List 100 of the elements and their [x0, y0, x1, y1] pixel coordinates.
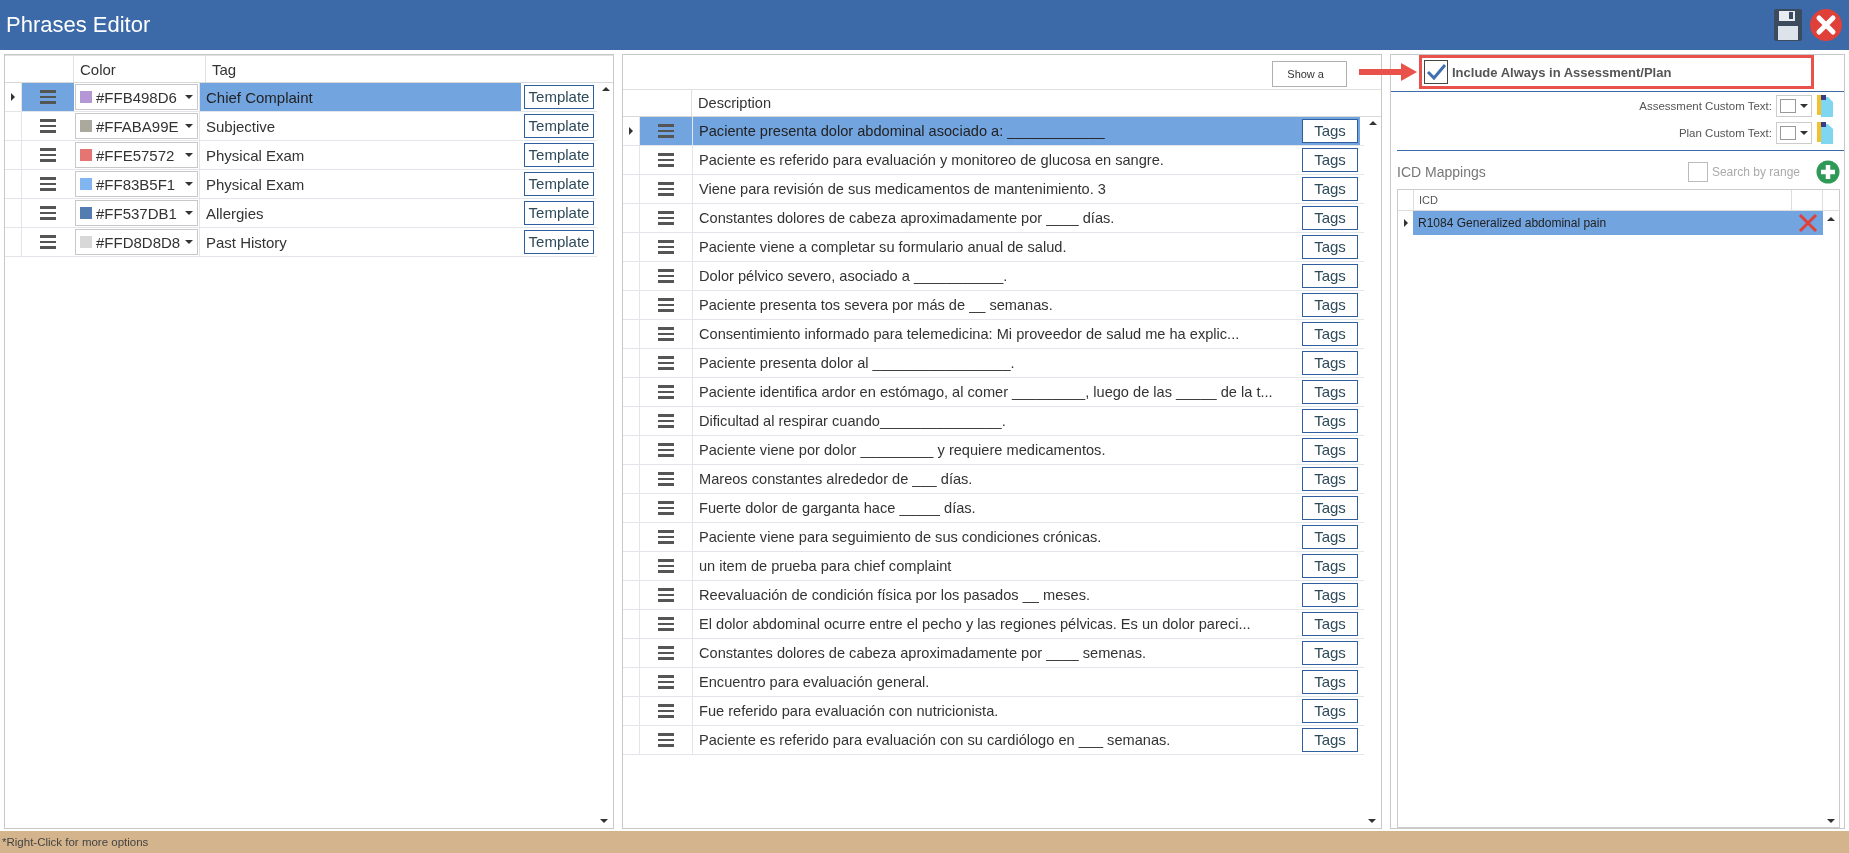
save-icon[interactable] — [1773, 8, 1803, 42]
drag-handle-icon[interactable] — [658, 269, 674, 283]
drag-handle-icon[interactable] — [658, 414, 674, 428]
section-title: ICD Mappings — [1397, 164, 1487, 180]
tags-button[interactable]: Tags — [1302, 293, 1358, 317]
tags-button[interactable]: Tags — [1302, 699, 1358, 723]
status-text: *Right-Click for more options — [2, 836, 149, 848]
row-indicator-icon — [629, 127, 633, 135]
tags-button[interactable]: Tags — [1302, 206, 1358, 230]
drag-handle-icon[interactable] — [658, 559, 674, 573]
scroll-up-icon[interactable] — [1827, 217, 1835, 221]
drag-handle-icon[interactable] — [658, 501, 674, 515]
drag-handle-icon[interactable] — [658, 588, 674, 602]
table-cell: Consentimiento informado para telemedicina: Mi proveedor de salud me ha explic... — [692, 320, 1300, 348]
table-cell: Paciente identifica ardor en estómago, al comer _________, luego de las _____ de la t... — [692, 378, 1300, 406]
table-cell: Dolor pélvico severo, asociado a ___________. — [692, 262, 1300, 290]
caret-icon — [185, 124, 193, 128]
drag-handle-icon[interactable] — [658, 617, 674, 631]
document-icon[interactable] — [1816, 93, 1834, 118]
tags-button[interactable]: Tags — [1302, 641, 1358, 665]
drag-handle-icon[interactable] — [40, 177, 56, 191]
color-dropdown[interactable]: #FFB498D6 — [75, 84, 198, 110]
color-dropdown[interactable]: #FFE57572 — [75, 142, 198, 168]
tags-button[interactable]: Tags — [1302, 728, 1358, 752]
scroll-up-icon[interactable] — [1368, 121, 1377, 125]
drag-handle-icon[interactable] — [658, 356, 674, 370]
table-cell: Allergies — [199, 199, 521, 227]
scroll-down-icon[interactable] — [600, 819, 608, 823]
drag-handle-icon[interactable] — [658, 182, 674, 196]
tags-button[interactable]: Tags — [1302, 322, 1358, 346]
scroll-down-icon[interactable] — [1368, 819, 1376, 823]
template-button[interactable]: Template — [524, 85, 594, 109]
drag-handle-icon[interactable] — [658, 298, 674, 312]
color-dropdown[interactable]: #FFD8D8D8 — [75, 229, 198, 255]
drag-handle-icon[interactable] — [658, 530, 674, 544]
checkbox[interactable] — [1687, 162, 1708, 182]
template-button[interactable]: Template — [524, 172, 594, 196]
tags-button[interactable]: Tags — [1302, 438, 1358, 462]
add-icon[interactable] — [1816, 160, 1840, 184]
document-icon[interactable] — [1816, 120, 1834, 145]
color-dropdown[interactable]: #FF537DB1 — [75, 200, 198, 226]
template-button[interactable]: Template — [524, 114, 594, 138]
table-cell: Paciente viene a completar su formulario anual de salud. — [692, 233, 1300, 261]
tags-button[interactable]: Tags — [1302, 119, 1358, 143]
drag-handle-icon[interactable] — [658, 211, 674, 225]
tags-button[interactable]: Tags — [1302, 409, 1358, 433]
drag-handle-icon[interactable] — [40, 235, 56, 249]
drag-handle-icon[interactable] — [40, 90, 56, 104]
show-button[interactable]: Show a — [1272, 61, 1347, 87]
drag-handle-icon[interactable] — [40, 148, 56, 162]
tags-button[interactable]: Tags — [1302, 467, 1358, 491]
tags-button[interactable]: Tags — [1302, 351, 1358, 375]
drag-handle-icon[interactable] — [658, 153, 674, 167]
tags-button[interactable]: Tags — [1302, 380, 1358, 404]
template-button[interactable]: Template — [524, 201, 594, 225]
table-cell: Fuerte dolor de garganta hace _____ días. — [692, 494, 1300, 522]
scroll-down-icon[interactable] — [1827, 819, 1835, 823]
tags-button[interactable]: Tags — [1302, 177, 1358, 201]
tags-button[interactable]: Tags — [1302, 583, 1358, 607]
tags-button[interactable]: Tags — [1302, 496, 1358, 520]
drag-handle-icon[interactable] — [658, 124, 674, 138]
drag-handle-icon[interactable] — [658, 385, 674, 399]
template-button[interactable]: Template — [524, 230, 594, 254]
column-header: ICD — [1413, 190, 1791, 210]
tags-button[interactable]: Tags — [1302, 554, 1358, 578]
drag-handle-icon[interactable] — [658, 240, 674, 254]
table-cell: Physical Exam — [199, 141, 521, 169]
tags-button[interactable]: Tags — [1302, 612, 1358, 636]
color-dropdown[interactable]: #FFABA99E — [75, 113, 198, 139]
drag-handle-icon[interactable] — [658, 327, 674, 341]
close-icon[interactable] — [1809, 8, 1843, 42]
template-button[interactable]: Template — [524, 143, 594, 167]
drag-handle-icon[interactable] — [658, 675, 674, 689]
table-cell: Reevaluación de condición física por los pasados __ meses. — [692, 581, 1300, 609]
drag-handle-icon[interactable] — [658, 443, 674, 457]
tags-button[interactable]: Tags — [1302, 670, 1358, 694]
color-dropdown[interactable]: #FF83B5F1 — [75, 171, 198, 197]
table-cell: Encuentro para evaluación general. — [692, 668, 1300, 696]
drag-handle-icon[interactable] — [658, 704, 674, 718]
tags-button[interactable]: Tags — [1302, 525, 1358, 549]
tags-button[interactable]: Tags — [1302, 148, 1358, 172]
column-header: Color — [73, 56, 205, 82]
table-cell: Paciente presenta tos severa por más de __ semanas. — [692, 291, 1300, 319]
caret-icon — [185, 182, 193, 186]
drag-handle-icon[interactable] — [40, 119, 56, 133]
drag-handle-icon[interactable] — [658, 646, 674, 660]
pointer-arrow-icon — [1357, 61, 1419, 83]
drag-handle-icon[interactable] — [658, 733, 674, 747]
drag-handle-icon[interactable] — [40, 206, 56, 220]
tags-button[interactable]: Tags — [1302, 264, 1358, 288]
table-cell: Paciente presenta dolor abdominal asociado a: ____________ — [692, 117, 1300, 145]
text-icon — [1780, 98, 1796, 113]
caret-icon — [185, 95, 193, 99]
table-cell: Constantes dolores de cabeza aproximadamente por ____ días. — [692, 204, 1300, 232]
scroll-up-icon[interactable] — [601, 87, 610, 91]
field-label: Plan Custom Text: — [1678, 126, 1772, 139]
tags-button[interactable]: Tags — [1302, 235, 1358, 259]
checkbox[interactable] — [1424, 60, 1448, 84]
table-cell: Subjective — [199, 112, 521, 140]
drag-handle-icon[interactable] — [658, 472, 674, 486]
